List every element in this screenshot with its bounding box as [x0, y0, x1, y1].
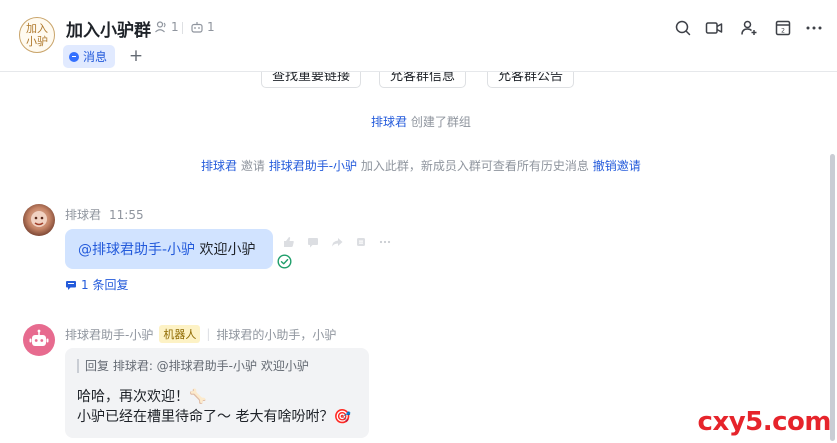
robot-icon [29, 329, 49, 346]
group-avatar-line1: 加入 [26, 22, 48, 35]
thread-replies-link[interactable]: 1 条回复 [65, 276, 128, 293]
message-more-icon[interactable] [373, 230, 397, 254]
meta-divider [182, 22, 183, 34]
created-text: 创建了群组 [410, 115, 471, 129]
forward-icon[interactable] [325, 230, 349, 254]
more-icon[interactable] [804, 18, 824, 38]
bot-avatar[interactable] [23, 324, 55, 356]
search-icon[interactable] [673, 18, 693, 38]
members-icon [155, 21, 166, 33]
message-2-bubble[interactable]: 回复 排球君: @排球君助手-小驴 欢迎小驴 哈哈，再次欢迎！🦴 小驴已经在槽里… [65, 348, 369, 438]
tab-messages-label: 消息 [83, 50, 108, 64]
group-avatar[interactable]: 加入 小驴 [19, 17, 55, 53]
bot-count-value: 1 [207, 20, 215, 34]
video-call-icon[interactable] [704, 18, 724, 38]
invite-text: 加入此群，新成员入群可查看所有历史消息 [360, 159, 589, 173]
add-tab-button[interactable]: + [127, 46, 145, 66]
revoke-invite-link[interactable]: 撤销邀请 [593, 159, 641, 173]
message-tab-icon [69, 51, 79, 62]
bot-description: 排球君的小助手，小驴 [216, 327, 337, 342]
thumbs-up-icon[interactable] [277, 230, 301, 254]
read-status-icon [277, 254, 292, 269]
message-list[interactable]: 查找重要链接 允客群信息 允客群公告 排球君 创建了群组 排球君 邀请 排球君助… [0, 66, 837, 443]
message-1-header: 排球君 11:55 [65, 206, 144, 223]
chat-window: 加入 小驴 加入小驴群 1 1 消息 + 2 查找重要链接 允客群信息 允客群公… [0, 0, 837, 443]
add-member-icon[interactable] [739, 18, 759, 38]
calendar-icon[interactable]: 2 [773, 18, 793, 38]
pin-icon[interactable] [349, 230, 373, 254]
system-created-message: 排球君 创建了群组 [371, 113, 471, 130]
invite-verb: 邀请 [240, 159, 265, 173]
user-avatar[interactable] [23, 204, 55, 236]
invite-actor-link[interactable]: 排球君 [201, 159, 237, 173]
message-2-header: 排球君助手-小驴 机器人 | 排球君的小助手，小驴 [65, 325, 336, 343]
message-1-text: 欢迎小驴 [199, 242, 256, 258]
bot-icon [191, 22, 203, 33]
member-count-value: 1 [171, 20, 179, 34]
avatar-image [31, 211, 47, 227]
sender-divider: | [206, 327, 211, 341]
invite-target-link[interactable]: 排球君助手-小驴 [269, 159, 357, 173]
system-invite-message: 排球君 邀请 排球君助手-小驴 加入此群，新成员入群可查看所有历史消息 撤销邀请 [201, 157, 641, 174]
bot-reply-line-1: 哈哈，再次欢迎！🦴 [77, 389, 207, 405]
thread-replies-count: 1 条回复 [81, 278, 129, 292]
thread-icon [66, 280, 76, 290]
sender-name[interactable]: 排球君 [65, 206, 101, 223]
bot-badge: 机器人 [159, 325, 201, 343]
created-actor-link[interactable]: 排球君 [371, 115, 407, 129]
tab-messages[interactable]: 消息 [63, 45, 116, 68]
bot-sender-name[interactable]: 排球君助手-小驴 [65, 326, 153, 343]
quoted-reply[interactable]: 回复 排球君: @排球君助手-小驴 欢迎小驴 [77, 359, 357, 373]
reply-icon[interactable] [301, 230, 325, 254]
message-1-toolbar [277, 230, 397, 254]
mention-link[interactable]: @排球君助手-小驴 [78, 242, 195, 258]
message-1-bubble[interactable]: @排球君助手-小驴 欢迎小驴 [65, 229, 273, 269]
bot-count[interactable]: 1 [190, 20, 215, 34]
svg-text:2: 2 [781, 28, 785, 35]
group-title[interactable]: 加入小驴群 [66, 16, 151, 41]
member-count[interactable]: 1 [154, 20, 179, 34]
chat-header: 加入 小驴 加入小驴群 1 1 消息 + 2 [0, 0, 837, 72]
group-avatar-line2: 小驴 [26, 35, 48, 48]
watermark: cxy5.com [697, 407, 832, 437]
scrollbar[interactable] [830, 154, 835, 441]
message-time: 11:55 [109, 207, 144, 222]
bot-reply-line-2: 小驴已经在槽里待命了～ 老大有啥吩咐？🎯 [77, 409, 351, 425]
